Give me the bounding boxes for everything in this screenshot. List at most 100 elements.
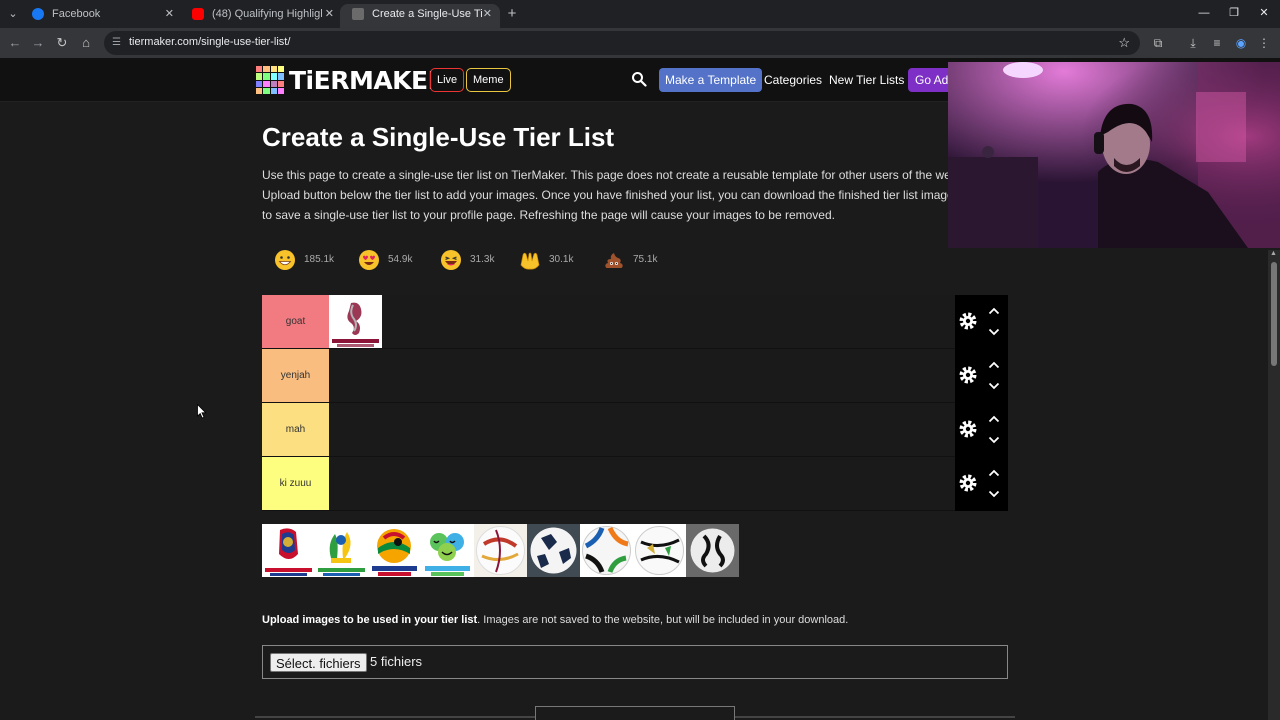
chevron-up-icon[interactable] <box>988 307 1000 315</box>
scrollbar-thumb[interactable] <box>1271 262 1277 366</box>
categories-link[interactable]: Categories <box>764 73 822 87</box>
gear-icon[interactable] <box>958 311 978 331</box>
raised-hands-icon <box>520 252 540 270</box>
tab-title: Facebook <box>52 8 101 20</box>
home-icon[interactable]: ⌂ <box>78 35 94 51</box>
tier-controls <box>955 457 1008 511</box>
al-rihla-ball-thumbnail[interactable] <box>474 524 527 577</box>
unranked-image-pool[interactable] <box>262 524 742 578</box>
chevron-down-icon[interactable] <box>988 382 1000 390</box>
tier-row-mah: mah <box>262 403 1008 457</box>
intro-line: Upload button below the tier list to add… <box>262 188 948 202</box>
reaction-heart-eyes[interactable]: 54.9k <box>346 244 418 276</box>
germany-2006-logo-thumbnail[interactable] <box>421 524 474 577</box>
gear-icon[interactable] <box>958 419 978 439</box>
tab-title: Create a Single-Use Tier List (F <box>372 8 482 20</box>
screen: ⌄ Facebook ✕ (48) Qualifying Highlights … <box>0 0 1280 720</box>
reaction-raised-hands[interactable]: 30.1k <box>507 244 579 276</box>
reaction-count: 75.1k <box>633 254 658 265</box>
select-files-button[interactable]: Sélect. fichiers <box>270 653 367 672</box>
reaction-laughing[interactable]: 31.3k <box>428 244 500 276</box>
scroll-up-icon[interactable]: ▲ <box>1270 250 1278 258</box>
browser-tab-facebook[interactable]: Facebook ✕ <box>20 4 182 28</box>
tier-label[interactable]: yenjah <box>262 349 329 402</box>
tier-row-ki-zuuu: ki zuuu <box>262 457 1008 511</box>
chevron-down-icon[interactable] <box>988 490 1000 498</box>
restore-icon[interactable]: ❐ <box>1227 6 1241 20</box>
tiermaker-favicon-icon <box>352 8 364 20</box>
download-icon[interactable]: ⤓ <box>1185 35 1201 51</box>
file-count-text: 5 fichiers <box>370 654 423 669</box>
back-icon[interactable]: ← <box>7 35 23 51</box>
tier-list: goat yenjah mah ki zuuu <box>262 295 1008 511</box>
teamgeist-ball-thumbnail[interactable] <box>686 524 739 577</box>
address-bar[interactable]: ☰ tiermaker.com/single-use-tier-list/ ☆ <box>104 31 1140 55</box>
facebook-favicon-icon <box>32 8 44 20</box>
tier-label[interactable]: mah <box>262 403 329 456</box>
south-africa-2010-logo-thumbnail[interactable] <box>368 524 421 577</box>
brazuca-ball-thumbnail[interactable] <box>580 524 633 577</box>
meme-button[interactable]: Meme <box>466 68 511 92</box>
extensions-icon[interactable]: ⧉ <box>1150 35 1166 51</box>
laughing-face-icon <box>441 250 461 270</box>
chevron-down-icon[interactable] <box>988 328 1000 336</box>
page-title: Create a Single-Use Tier List <box>262 122 615 152</box>
qatar-2022-logo-thumbnail[interactable] <box>329 295 382 348</box>
browser-menu-icon[interactable]: ⋮ <box>1256 35 1272 51</box>
mouse-cursor-icon <box>197 404 207 419</box>
reading-list-icon[interactable]: ≡ <box>1209 35 1225 51</box>
search-icon[interactable] <box>631 71 647 87</box>
upload-label-rest: . Images are not saved to the website, b… <box>477 614 849 626</box>
gear-icon[interactable] <box>958 365 978 385</box>
intro-line: Use this page to create a single-use tie… <box>262 168 948 182</box>
tier-dropzone[interactable] <box>329 403 955 456</box>
intro-paragraph: Use this page to create a single-use tie… <box>262 165 948 227</box>
chevron-up-icon[interactable] <box>988 415 1000 423</box>
reaction-poop[interactable]: 75.1k <box>591 244 663 276</box>
close-tab-icon[interactable]: ✕ <box>325 4 334 24</box>
tier-label[interactable]: ki zuuu <box>262 457 329 510</box>
tier-dropzone[interactable] <box>329 349 955 402</box>
upload-label-bold: Upload images to be used in your tier li… <box>262 614 478 626</box>
tab-search-icon[interactable]: ⌄ <box>5 6 21 22</box>
telstar-ball-thumbnail[interactable] <box>527 524 580 577</box>
new-tab-button[interactable]: + <box>504 6 520 22</box>
live-button[interactable]: Live <box>430 68 465 92</box>
close-window-icon[interactable]: ✕ <box>1257 6 1271 20</box>
tier-row-goat: goat <box>262 295 1008 349</box>
russia-2018-logo-thumbnail[interactable] <box>262 524 315 577</box>
minimize-icon[interactable]: — <box>1197 6 1211 20</box>
tier-controls <box>955 349 1008 403</box>
reload-icon[interactable]: ↻ <box>54 35 70 51</box>
tier-controls <box>955 403 1008 457</box>
reaction-grinning[interactable]: 185.1k <box>262 244 334 276</box>
tiermaker-logo-grid-icon[interactable] <box>256 66 284 94</box>
go-ad-free-button[interactable]: Go Ad- <box>908 68 948 92</box>
browser-tab-youtube[interactable]: (48) Qualifying Highlights | 202 ✕ <box>180 4 342 28</box>
tier-label[interactable]: goat <box>262 295 329 348</box>
site-info-icon[interactable]: ☰ <box>112 37 124 49</box>
site-logo[interactable]: TiERMAKER <box>289 66 447 95</box>
chevron-up-icon[interactable] <box>988 361 1000 369</box>
chevron-down-icon[interactable] <box>988 436 1000 444</box>
tier-dropzone[interactable] <box>329 457 955 510</box>
close-tab-icon[interactable]: ✕ <box>165 4 174 24</box>
bookmark-star-icon[interactable]: ☆ <box>1118 35 1130 51</box>
tier-dropzone[interactable] <box>329 295 955 348</box>
make-template-button[interactable]: Make a Template <box>659 68 763 92</box>
new-tier-lists-link[interactable]: New Tier Lists <box>829 73 904 87</box>
browser-tab-bar: ⌄ Facebook ✕ (48) Qualifying Highlights … <box>0 0 1280 28</box>
file-upload-field[interactable]: Sélect. fichiers 5 fichiers <box>262 645 1008 679</box>
reaction-count: 185.1k <box>304 254 335 265</box>
jabulani-ball-thumbnail[interactable] <box>633 524 686 577</box>
browser-tab-tiermaker[interactable]: Create a Single-Use Tier List (F ✕ <box>340 4 500 28</box>
profile-sync-icon[interactable]: ◉ <box>1233 35 1249 51</box>
forward-icon[interactable]: → <box>30 35 46 51</box>
close-tab-icon[interactable]: ✕ <box>483 4 492 24</box>
save-options-select[interactable] <box>535 706 735 720</box>
chevron-up-icon[interactable] <box>988 469 1000 477</box>
tier-controls <box>955 295 1008 349</box>
webcam-overlay <box>948 62 1280 248</box>
gear-icon[interactable] <box>958 473 978 493</box>
brazil-2014-logo-thumbnail[interactable] <box>315 524 368 577</box>
